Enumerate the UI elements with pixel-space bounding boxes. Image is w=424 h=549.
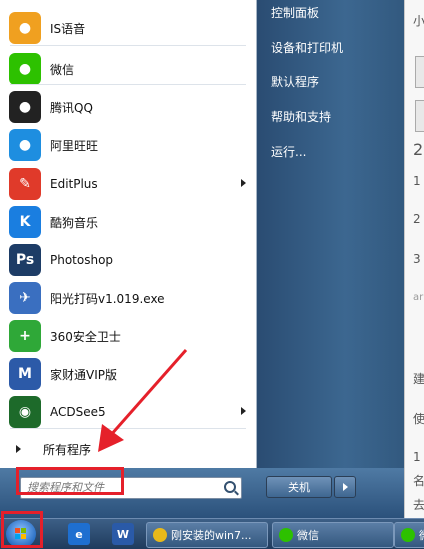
annotation-arrow: [98, 349, 188, 452]
